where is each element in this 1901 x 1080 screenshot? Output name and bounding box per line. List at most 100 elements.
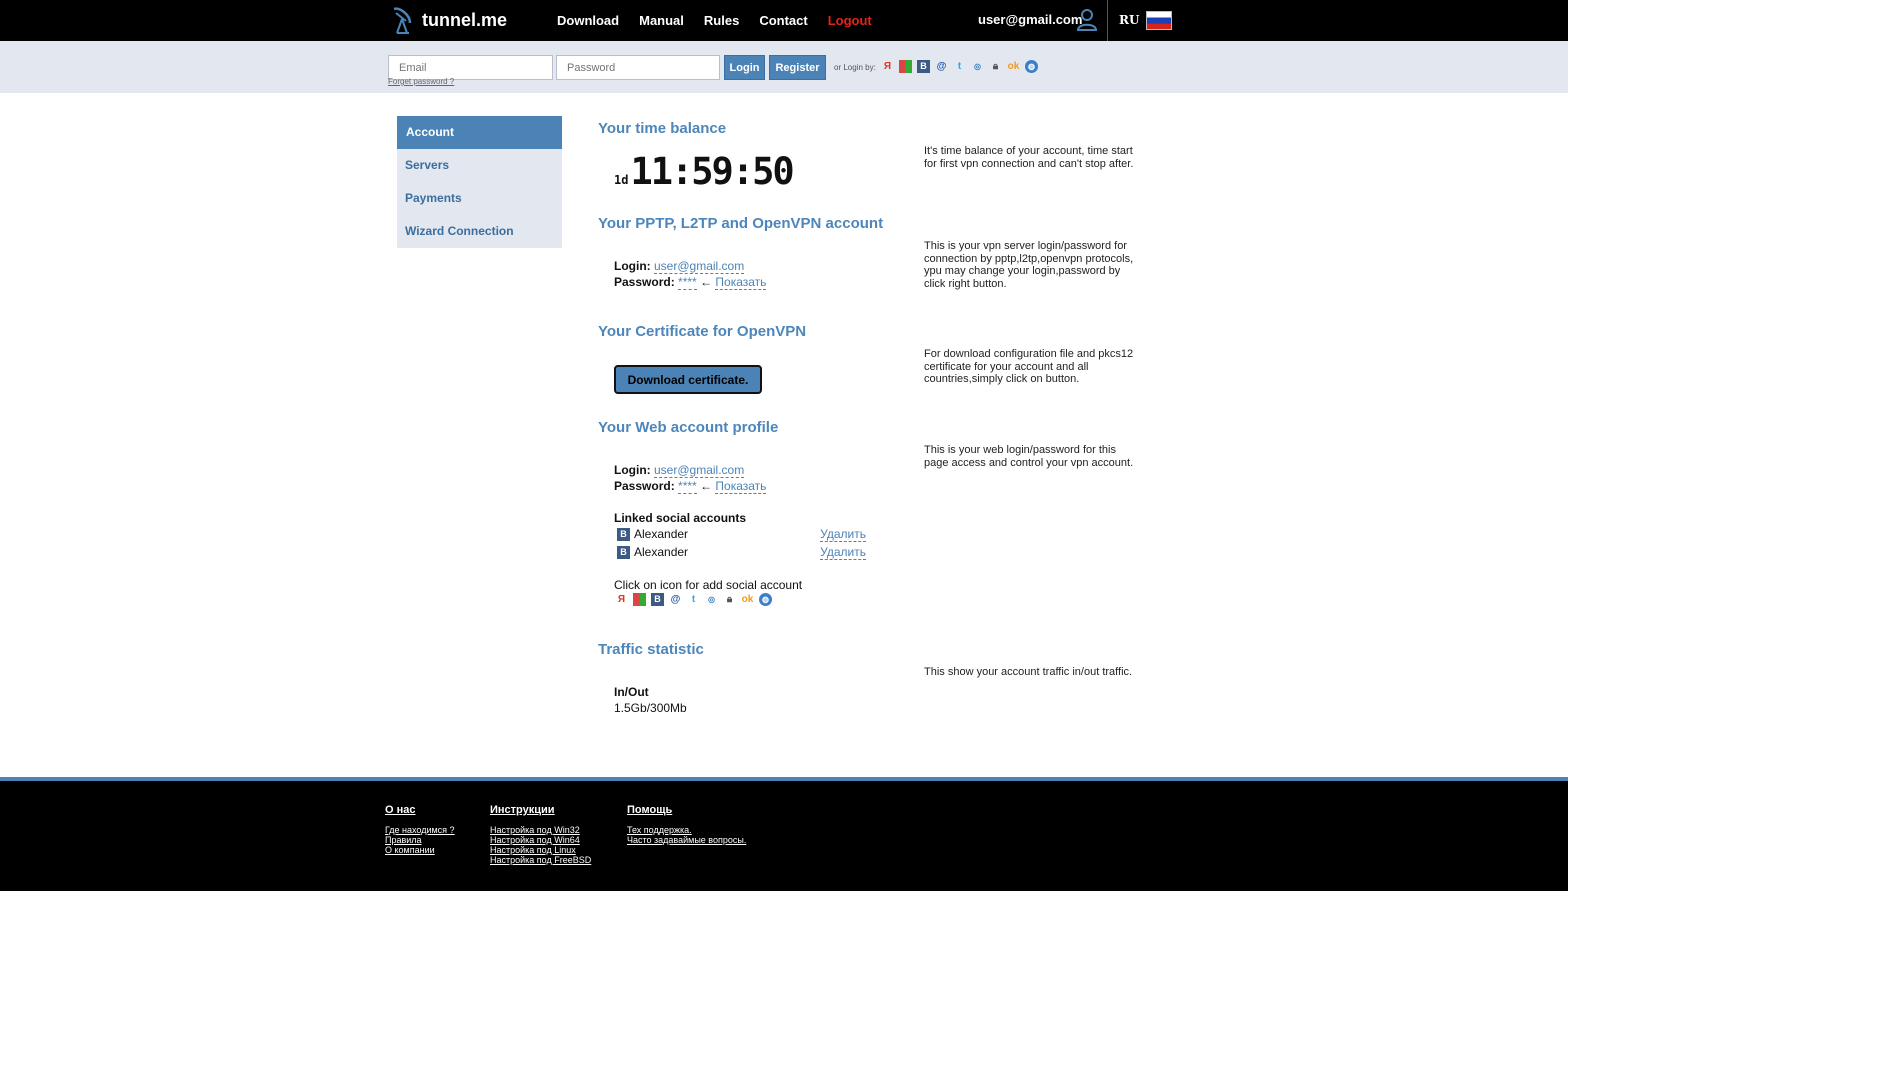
certificate-desc: For download configuration file and pkcs… — [924, 348, 1134, 385]
vpn-login-row: Login: user@gmail.com — [614, 259, 745, 274]
linked-account-name: Alexander — [634, 545, 689, 559]
vpn-account-desc: This is your vpn server login/password f… — [924, 240, 1134, 290]
odnoklassniki-icon[interactable]: ok — [741, 593, 754, 606]
yandex-icon[interactable]: Я — [881, 60, 894, 73]
globe-icon[interactable]: ◍ — [759, 593, 772, 606]
footer-heading-instructions[interactable]: Инструкции — [490, 804, 591, 816]
web-password-label: Password: — [614, 479, 675, 493]
vpn-password-mask[interactable]: **** — [678, 275, 697, 290]
vpn-show-password-link[interactable]: Показать — [715, 275, 767, 290]
footer-col-help: Помощь Тех поддержка. Часто задаваймые в… — [627, 804, 746, 845]
remove-linked-account-link[interactable]: Удалить — [820, 545, 866, 560]
language-switch[interactable]: RU — [1119, 13, 1139, 27]
footer-link[interactable]: Настройка под FreeBSD — [490, 855, 591, 865]
remove-linked-account-link[interactable]: Удалить — [820, 527, 866, 542]
logo-text: tunnel.me — [422, 9, 508, 30]
or-login-by-label: or Login by: — [834, 63, 876, 72]
linked-account-row: B Alexander Удалить — [614, 544, 866, 560]
sidebar-item-wizard-connection[interactable]: Wizard Connection — [397, 215, 562, 248]
download-certificate-button[interactable]: Download certificate. — [614, 365, 762, 394]
web-login-value[interactable]: user@gmail.com — [654, 463, 745, 478]
arrow-left-icon: ← — [700, 275, 713, 289]
footer-link[interactable]: Правила — [385, 835, 455, 845]
traffic-title: Traffic statistic — [598, 641, 704, 658]
footer-col-instructions: Инструкции Настройка под Win32 Настройка… — [490, 804, 591, 865]
time-balance-days: 1d — [614, 173, 629, 187]
vpn-login-value[interactable]: user@gmail.com — [654, 259, 745, 274]
footer-link[interactable]: Настройка под Win32 — [490, 825, 591, 835]
footer-link[interactable]: Настройка под Linux — [490, 845, 591, 855]
vk-icon: B — [617, 545, 630, 559]
register-button[interactable]: Register — [769, 55, 826, 80]
footer-link[interactable]: Тех поддержка. — [627, 825, 746, 835]
vk-icon[interactable]: B — [917, 60, 930, 73]
web-profile-desc: This is your web login/password for this… — [924, 444, 1134, 469]
nav-download[interactable]: Download — [557, 13, 619, 28]
vk-icon[interactable]: B — [651, 593, 664, 606]
mailru-icon[interactable]: @ — [935, 60, 948, 73]
add-social-text: Click on icon for add social account — [614, 578, 803, 592]
yandex-icon[interactable]: Я — [615, 593, 628, 606]
footer-col-about: О нас Где находимся ? Правила О компании — [385, 804, 455, 855]
password-input[interactable] — [556, 55, 720, 80]
linked-account-name: Alexander — [634, 527, 689, 541]
traffic-value: 1.5Gb/300Mb — [614, 701, 687, 715]
livejournal-icon[interactable]: ◎ — [705, 593, 718, 606]
user-icon[interactable] — [1077, 9, 1097, 31]
traffic-desc: This show your account traffic in/out tr… — [924, 666, 1133, 678]
time-balance-clock: 1d 11:59:50 — [614, 150, 795, 193]
footer-heading-about[interactable]: О нас — [385, 804, 455, 816]
google-icon[interactable] — [633, 593, 646, 606]
sidebar-item-servers[interactable]: Servers — [397, 149, 562, 182]
footer-link[interactable]: Настройка под Win64 — [490, 835, 591, 845]
linked-account-row: B Alexander Удалить — [614, 526, 866, 542]
header-divider — [1107, 0, 1108, 41]
user-email[interactable]: user@gmail.com — [978, 12, 1082, 27]
login-bar: Login Register or Login by: Я B @ t ◎ 🔒︎… — [0, 41, 1568, 93]
main-nav: Download Manual Rules Contact Logout — [557, 13, 892, 28]
login-button[interactable]: Login — [724, 55, 765, 80]
google-icon[interactable] — [899, 60, 912, 73]
arrow-left-icon: ← — [700, 479, 713, 493]
sidebar-item-account[interactable]: Account — [397, 116, 562, 149]
traffic-label: In/Out — [614, 685, 649, 699]
twitter-icon[interactable]: t — [687, 593, 700, 606]
livejournal-icon[interactable]: ◎ — [971, 60, 984, 73]
vpn-password-label: Password: — [614, 275, 675, 289]
time-balance-desc: It's time balance of your account, time … — [924, 145, 1134, 170]
vpn-login-label: Login: — [614, 259, 651, 273]
footer-link[interactable]: О компании — [385, 845, 455, 855]
web-login-row: Login: user@gmail.com — [614, 463, 745, 478]
top-header: tunnel.me Download Manual Rules Contact … — [0, 0, 1568, 41]
russian-flag-icon[interactable] — [1146, 11, 1172, 30]
time-balance-time: 11:59:50 — [630, 150, 794, 193]
nav-logout[interactable]: Logout — [828, 13, 872, 28]
vpn-password-row: Password: **** ← Показать — [614, 275, 767, 290]
openid-lock-icon[interactable]: 🔒︎ — [723, 593, 736, 606]
web-password-mask[interactable]: **** — [678, 479, 697, 494]
web-show-password-link[interactable]: Показать — [715, 479, 767, 494]
footer-link[interactable]: Где находимся ? — [385, 825, 455, 835]
web-profile-title: Your Web account profile — [598, 419, 779, 436]
mailru-icon[interactable]: @ — [669, 593, 682, 606]
time-balance-title: Your time balance — [598, 120, 727, 137]
web-login-label: Login: — [614, 463, 651, 477]
forgot-password-link[interactable]: Forget password ? — [388, 77, 454, 86]
vk-icon: B — [617, 527, 630, 541]
logo[interactable]: tunnel.me — [390, 5, 507, 35]
add-social-icons: Я B @ t ◎ 🔒︎ ok ◍ — [615, 593, 777, 606]
satellite-dish-icon — [393, 7, 412, 34]
footer-link[interactable]: Часто задаваймые вопросы. — [627, 835, 746, 845]
footer: О нас Где находимся ? Правила О компании… — [0, 777, 1568, 891]
twitter-icon[interactable]: t — [953, 60, 966, 73]
sidebar-item-payments[interactable]: Payments — [397, 182, 562, 215]
linked-accounts-title: Linked social accounts — [614, 511, 747, 525]
nav-contact[interactable]: Contact — [759, 13, 807, 28]
sidebar: Account Servers Payments Wizard Connecti… — [397, 116, 562, 248]
globe-icon[interactable]: ◍ — [1025, 60, 1038, 73]
openid-lock-icon[interactable]: 🔒︎ — [989, 60, 1002, 73]
odnoklassniki-icon[interactable]: ok — [1007, 60, 1020, 73]
nav-manual[interactable]: Manual — [639, 13, 684, 28]
footer-heading-help[interactable]: Помощь — [627, 804, 746, 816]
nav-rules[interactable]: Rules — [704, 13, 739, 28]
